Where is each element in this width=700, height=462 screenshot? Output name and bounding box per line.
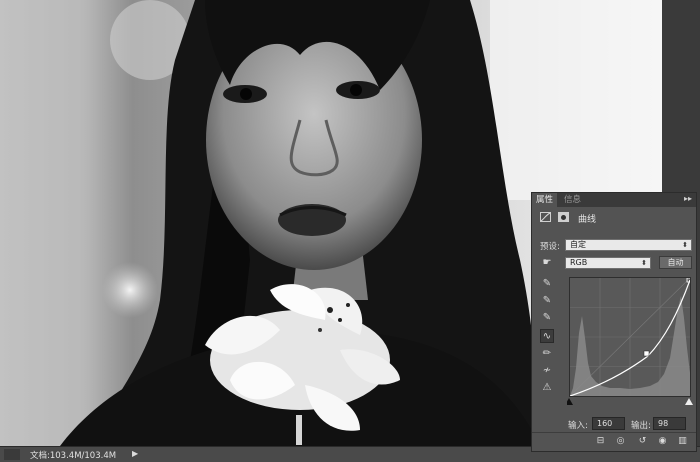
histogram-curve [569, 277, 692, 397]
channel-value: RGB [570, 258, 588, 267]
panel-footer: ⊟ ◎ ↺ ◉ ▥ [532, 432, 696, 451]
input-value-field[interactable]: 160 [592, 417, 625, 430]
sample-midtone-icon[interactable]: ✎ [540, 294, 554, 308]
input-label: 输入: [568, 421, 588, 431]
zoom-field[interactable] [4, 449, 20, 460]
delete-icon[interactable]: ▥ [676, 436, 689, 447]
curve-point-icon[interactable]: ∿ [540, 329, 554, 343]
sample-highlight-icon[interactable]: ✎ [540, 311, 554, 325]
reset-icon[interactable]: ↺ [636, 436, 649, 447]
auto-button[interactable]: 自动 [659, 256, 692, 269]
clipping-warning-icon[interactable]: ⚠ [540, 381, 554, 395]
preset-value: 自定 [570, 240, 586, 249]
status-menu-arrow[interactable]: ▶ [132, 449, 138, 458]
tab-properties[interactable]: 属性 [532, 193, 558, 207]
document-size: 文档:103.4M/103.4M [30, 451, 117, 461]
visibility-icon[interactable]: ◉ [656, 436, 669, 447]
clip-to-layer-icon[interactable]: ⊟ [594, 436, 607, 447]
preset-select[interactable]: 自定 ⬍ [565, 239, 692, 251]
double-chevron-right-icon[interactable]: ▸▸ [684, 194, 692, 203]
layer-mask-icon[interactable] [558, 212, 569, 222]
view-previous-icon[interactable]: ◎ [614, 436, 627, 447]
curves-adjustment-icon [540, 212, 551, 222]
tab-info[interactable]: 信息 [560, 193, 585, 207]
panel-tabbar: 属性 信息 ▸▸ [532, 193, 696, 207]
smooth-icon[interactable]: ≁ [540, 364, 554, 378]
properties-panel: 属性 信息 ▸▸ 曲线 预设: 自定 ⬍ ☛ RGB ⬍ 自动 ✎ ✎ ✎ ∿ … [531, 192, 697, 452]
target-adjust-hand-icon[interactable]: ☛ [540, 256, 554, 270]
channel-select[interactable]: RGB ⬍ [565, 257, 651, 269]
preset-label: 预设: [540, 242, 560, 252]
output-label: 输出: [631, 421, 651, 431]
output-value-field[interactable]: 98 [653, 417, 686, 430]
pencil-icon[interactable]: ✏ [540, 347, 554, 361]
chevron-updown-icon: ⬍ [641, 259, 647, 267]
panel-title: 曲线 [578, 215, 597, 225]
chevron-updown-icon: ⬍ [682, 241, 688, 249]
curves-graph[interactable] [569, 277, 692, 397]
input-slider[interactable] [567, 398, 695, 406]
sample-shadow-icon[interactable]: ✎ [540, 277, 554, 291]
